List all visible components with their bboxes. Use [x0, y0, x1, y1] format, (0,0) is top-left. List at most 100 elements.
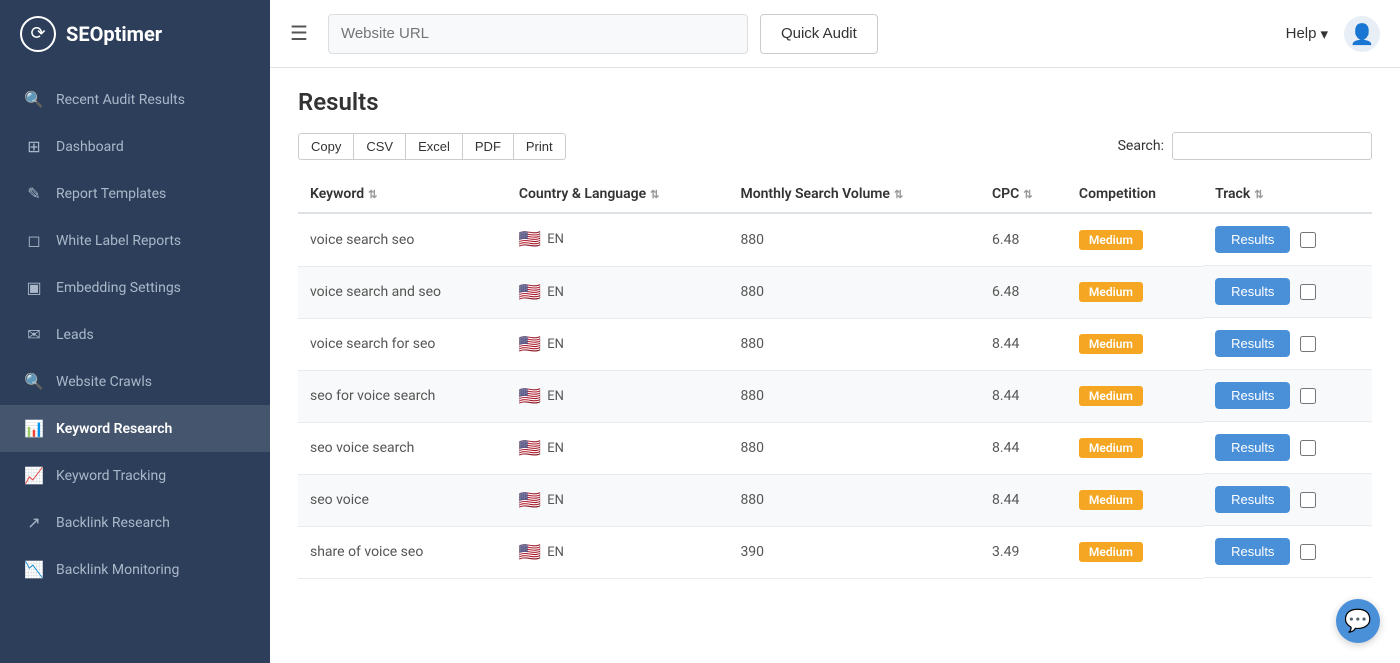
- track-checkbox[interactable]: [1300, 336, 1316, 352]
- cpc-cell: 6.48: [980, 213, 1067, 266]
- cpc-cell: 8.44: [980, 370, 1067, 422]
- sidebar-item-embedding[interactable]: ▣Embedding Settings: [0, 264, 270, 311]
- competition-badge: Medium: [1079, 386, 1143, 406]
- volume-cell: 880: [728, 213, 980, 266]
- table-row: voice search and seo🇺🇸EN8806.48MediumRes…: [298, 266, 1372, 318]
- logo: ⟳ SEOptimer: [0, 0, 270, 68]
- sidebar-item-recent-audit[interactable]: 🔍 Recent Audit Results: [0, 76, 270, 123]
- sidebar-item-label: Recent Audit Results: [56, 92, 185, 108]
- track-cell: Results: [1203, 474, 1372, 526]
- competition-cell: Medium: [1067, 474, 1203, 526]
- sort-icon: ⇅: [1254, 188, 1263, 201]
- sidebar-item-label: Website Crawls: [56, 374, 152, 390]
- chat-button[interactable]: 💬: [1336, 599, 1380, 643]
- competition-badge: Medium: [1079, 230, 1143, 250]
- sidebar-item-keyword-tracking[interactable]: 📈 Keyword Tracking: [0, 452, 270, 499]
- language-code: EN: [547, 545, 564, 560]
- flag-icon: 🇺🇸: [519, 438, 541, 459]
- volume-cell: 880: [728, 370, 980, 422]
- table-row: seo for voice search🇺🇸EN8808.44MediumRes…: [298, 370, 1372, 422]
- search-area: Search:: [1118, 132, 1372, 160]
- flag-icon: 🇺🇸: [519, 542, 541, 563]
- flag-icon: 🇺🇸: [519, 282, 541, 303]
- track-cell: Results: [1203, 422, 1372, 474]
- track-cell: Results: [1203, 526, 1372, 578]
- col-header-cpc[interactable]: CPC⇅: [980, 176, 1067, 213]
- keyword-cell: voice search for seo: [298, 318, 507, 370]
- track-checkbox[interactable]: [1300, 544, 1316, 560]
- white-label-icon: ◻: [24, 231, 44, 250]
- sidebar-item-white-label[interactable]: ◻ White Label Reports: [0, 217, 270, 264]
- col-header-volume[interactable]: Monthly Search Volume⇅: [728, 176, 980, 213]
- table-toolbar: CopyCSVExcelPDFPrint Search:: [298, 132, 1372, 160]
- results-button[interactable]: Results: [1215, 226, 1290, 253]
- sidebar-item-label: White Label Reports: [56, 233, 181, 249]
- cpc-cell: 8.44: [980, 474, 1067, 526]
- quick-audit-button[interactable]: Quick Audit: [760, 14, 878, 54]
- track-cell: Results: [1203, 266, 1372, 318]
- export-copy-button[interactable]: Copy: [298, 133, 353, 160]
- country-language-cell: 🇺🇸EN: [507, 370, 729, 422]
- sidebar-item-dashboard[interactable]: ⊞Dashboard: [0, 123, 270, 170]
- competition-badge: Medium: [1079, 282, 1143, 302]
- hamburger-button[interactable]: ☰: [282, 13, 316, 54]
- results-button[interactable]: Results: [1215, 486, 1290, 513]
- col-header-country[interactable]: Country & Language⇅: [507, 176, 729, 213]
- avatar[interactable]: 👤: [1344, 16, 1380, 52]
- topbar: ⟳ SEOptimer ☰ Quick Audit Help ▾ 👤: [0, 0, 1400, 68]
- competition-badge: Medium: [1079, 490, 1143, 510]
- track-checkbox[interactable]: [1300, 232, 1316, 248]
- recent-audit-icon: 🔍: [24, 90, 44, 109]
- track-checkbox[interactable]: [1300, 440, 1316, 456]
- keyword-cell: seo voice search: [298, 422, 507, 474]
- sidebar-item-backlink-monitoring[interactable]: 📉Backlink Monitoring: [0, 546, 270, 593]
- language-code: EN: [547, 232, 564, 247]
- website-crawls-icon: 🔍: [24, 372, 44, 391]
- export-print-button[interactable]: Print: [513, 133, 566, 160]
- country-language-cell: 🇺🇸 EN: [507, 213, 729, 266]
- competition-cell: Medium: [1067, 318, 1203, 370]
- results-button[interactable]: Results: [1215, 382, 1290, 409]
- keyword-cell: voice search seo: [298, 213, 507, 266]
- sidebar-item-label: Keyword Tracking: [56, 468, 166, 484]
- export-csv-button[interactable]: CSV: [353, 133, 405, 160]
- track-checkbox[interactable]: [1300, 388, 1316, 404]
- help-button[interactable]: Help ▾: [1286, 25, 1328, 43]
- keyword-cell: seo voice: [298, 474, 507, 526]
- url-input[interactable]: [328, 14, 748, 54]
- competition-cell: Medium: [1067, 526, 1203, 578]
- track-checkbox[interactable]: [1300, 284, 1316, 300]
- keyword-tracking-icon: 📈: [24, 466, 44, 485]
- logo-icon: ⟳: [20, 16, 56, 52]
- flag-icon: 🇺🇸: [519, 229, 541, 250]
- export-excel-button[interactable]: Excel: [405, 133, 462, 160]
- table-row: seo voice🇺🇸EN8808.44MediumResults: [298, 474, 1372, 526]
- sidebar-item-label: Dashboard: [56, 139, 124, 155]
- sidebar-item-backlink-research[interactable]: ↗Backlink Research: [0, 499, 270, 546]
- results-button[interactable]: Results: [1215, 434, 1290, 461]
- sidebar-item-label: Report Templates: [56, 186, 166, 202]
- table-row: seo voice search🇺🇸EN8808.44MediumResults: [298, 422, 1372, 474]
- track-checkbox[interactable]: [1300, 492, 1316, 508]
- sidebar-item-report-templates[interactable]: ✎Report Templates: [0, 170, 270, 217]
- sort-icon: ⇅: [894, 188, 903, 201]
- search-label: Search:: [1118, 138, 1164, 154]
- results-button[interactable]: Results: [1215, 330, 1290, 357]
- export-pdf-button[interactable]: PDF: [462, 133, 513, 160]
- results-button[interactable]: Results: [1215, 278, 1290, 305]
- sidebar-item-keyword-research[interactable]: 📊 Keyword Research: [0, 405, 270, 452]
- search-input[interactable]: [1172, 132, 1372, 160]
- sidebar-item-website-crawls[interactable]: 🔍 Website Crawls: [0, 358, 270, 405]
- sidebar-item-leads[interactable]: ✉Leads: [0, 311, 270, 358]
- country-language-cell: 🇺🇸EN: [507, 474, 729, 526]
- sidebar-item-label: Backlink Monitoring: [56, 562, 179, 578]
- results-button[interactable]: Results: [1215, 538, 1290, 565]
- sidebar-item-label: Keyword Research: [56, 421, 172, 437]
- sidebar-item-label: Backlink Research: [56, 515, 170, 531]
- track-cell: Results: [1203, 370, 1372, 422]
- col-header-keyword[interactable]: Keyword⇅: [298, 176, 507, 213]
- keyword-research-icon: 📊: [24, 419, 44, 438]
- cpc-cell: 8.44: [980, 318, 1067, 370]
- col-header-track[interactable]: Track⇅: [1203, 176, 1372, 213]
- table-row: share of voice seo🇺🇸EN3903.49MediumResul…: [298, 526, 1372, 578]
